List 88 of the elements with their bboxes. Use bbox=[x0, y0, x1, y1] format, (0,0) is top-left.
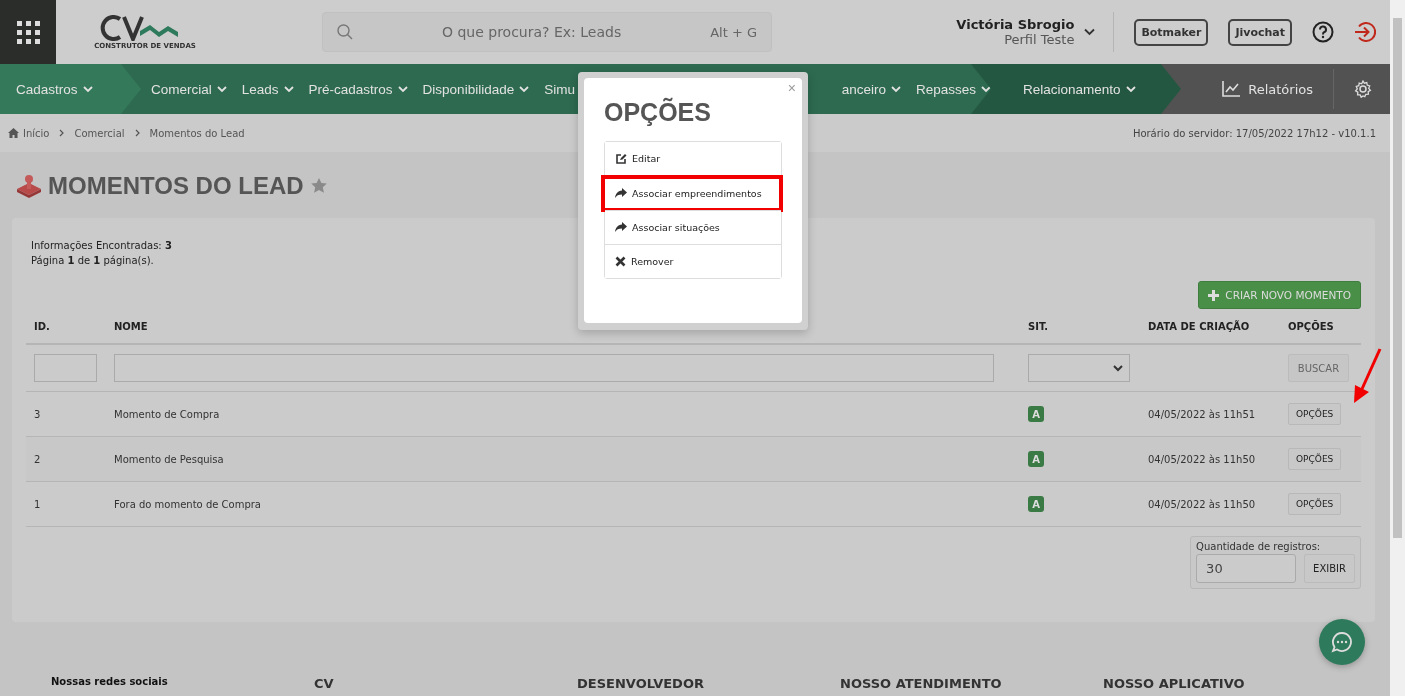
show-button[interactable]: EXIBIR bbox=[1304, 554, 1355, 583]
menu-item[interactable]: Remover bbox=[605, 243, 781, 278]
footer-heading: DESENVOLVEDOR bbox=[577, 676, 705, 691]
chevron-down-icon bbox=[890, 85, 901, 93]
breadcrumb-link[interactable]: Momentos do Lead bbox=[149, 127, 245, 139]
breadcrumb-link[interactable]: Início bbox=[8, 127, 50, 139]
chevron-down-icon bbox=[283, 85, 294, 93]
nav-menu-item[interactable]: Relacionamento bbox=[1023, 81, 1136, 97]
footer-heading: NOSSO ATENDIMENTO bbox=[840, 676, 1003, 691]
search-input[interactable]: O que procura? Ex: Leads bbox=[353, 23, 711, 41]
chevron-down-icon bbox=[1113, 364, 1123, 372]
line-chart-icon bbox=[1222, 81, 1241, 97]
breadcrumb-link[interactable]: Comercial bbox=[74, 127, 125, 139]
joystick-icon bbox=[16, 174, 42, 198]
column-header: ID. bbox=[34, 320, 51, 332]
chat-integration-button[interactable]: Jivochat bbox=[1228, 18, 1292, 46]
nav-menu-item[interactable]: Comercial bbox=[151, 81, 227, 97]
nav-menu-item[interactable]: Leads bbox=[241, 81, 294, 97]
user-name: Victória Sbrogio bbox=[956, 17, 1075, 32]
shortcut-hint: Alt + G bbox=[710, 24, 757, 40]
summary-text: Página 1 de 1 página(s). bbox=[31, 254, 154, 268]
footer-heading: NOSSO APLICATIVO bbox=[1103, 676, 1246, 691]
footer-heading: CV bbox=[314, 676, 335, 691]
share-arrow-icon bbox=[615, 188, 627, 198]
id-cell-text: 3 bbox=[34, 408, 42, 420]
chevron-right-icon bbox=[59, 129, 65, 137]
nav-menu-item[interactable]: Simu bbox=[544, 81, 575, 97]
date-cell-text: 04/05/2022 às 11h50 bbox=[1148, 453, 1257, 465]
user-profile: Perfil Teste bbox=[1004, 32, 1075, 47]
chevron-down-icon bbox=[82, 85, 93, 93]
chevron-right-icon bbox=[134, 129, 140, 137]
search-field[interactable]: O que procura? Ex: Leads Alt + G bbox=[322, 12, 772, 52]
chevron-down-icon bbox=[1125, 85, 1136, 93]
server-time: Horário do servidor: 17/05/2022 17h12 - v10.1.1 bbox=[1132, 127, 1376, 139]
name-cell-text: Momento de Compra bbox=[114, 408, 221, 420]
chat-integration-button[interactable]: Botmaker bbox=[1134, 18, 1209, 46]
date-cell-text: 04/05/2022 às 11h50 bbox=[1148, 498, 1257, 510]
id-cell-text: 2 bbox=[34, 453, 42, 465]
summary-text: Informações Encontradas: 3 bbox=[31, 239, 172, 253]
nav-menu-item[interactable]: Repasses bbox=[915, 81, 991, 97]
chat-bubble-icon bbox=[1331, 631, 1353, 653]
help-icon[interactable] bbox=[1312, 21, 1334, 43]
column-header: NOME bbox=[114, 320, 149, 332]
search-icon bbox=[337, 24, 353, 40]
edit-icon bbox=[615, 152, 627, 165]
logout-icon[interactable] bbox=[1354, 21, 1376, 43]
page-title: MOMENTOS DO LEAD bbox=[48, 172, 304, 200]
status-badge: A bbox=[1028, 451, 1044, 467]
plus-icon bbox=[1208, 289, 1220, 301]
page-size-label: Quantidade de registros: bbox=[1196, 541, 1322, 552]
options-button[interactable]: OPÇÕES bbox=[1288, 493, 1342, 515]
status-badge: A bbox=[1028, 406, 1044, 422]
scrollbar[interactable] bbox=[1390, 0, 1405, 696]
star-icon[interactable] bbox=[309, 177, 328, 195]
chat-button[interactable] bbox=[1319, 619, 1365, 665]
home-icon bbox=[8, 128, 19, 138]
column-header: OPÇÕES bbox=[1288, 320, 1335, 332]
name-cell-text: Momento de Pesquisa bbox=[114, 453, 225, 465]
id-cell-text: 1 bbox=[34, 498, 42, 510]
nav-menu-item[interactable]: Cadastros bbox=[16, 81, 93, 97]
chevron-down-icon bbox=[981, 85, 991, 93]
apps-menu-button[interactable] bbox=[0, 0, 56, 64]
column-header: SIT. bbox=[1028, 320, 1050, 332]
name-filter-field[interactable] bbox=[114, 354, 994, 382]
nav-menu-item[interactable]: anceiro bbox=[841, 81, 901, 97]
page-size-field[interactable]: 30 bbox=[1196, 554, 1297, 583]
close-button[interactable]: × bbox=[787, 80, 796, 96]
chevron-down-icon[interactable] bbox=[1084, 28, 1096, 36]
options-button[interactable]: OPÇÕES bbox=[1288, 448, 1342, 470]
nav-menu-item[interactable]: Pré-cadastros bbox=[308, 81, 408, 97]
name-cell-text: Fora do momento de Compra bbox=[114, 498, 262, 510]
chevron-down-icon bbox=[519, 85, 530, 93]
footer-heading: Nossas redes sociais bbox=[51, 676, 169, 689]
chevron-down-icon bbox=[397, 85, 408, 93]
column-header: DATA DE CRIAÇÃO bbox=[1148, 320, 1251, 332]
share-arrow-icon bbox=[615, 222, 627, 232]
remove-icon bbox=[615, 255, 626, 267]
chevron-down-icon bbox=[216, 85, 227, 93]
search-button[interactable]: BUSCAR bbox=[1288, 354, 1349, 382]
settings-icon[interactable] bbox=[1354, 80, 1372, 98]
grid-icon bbox=[16, 20, 40, 44]
id-filter-field[interactable] bbox=[34, 354, 97, 382]
options-button[interactable]: OPÇÕES bbox=[1288, 403, 1342, 425]
date-cell-text: 04/05/2022 às 11h51 bbox=[1148, 408, 1257, 420]
create-button[interactable]: CRIAR NOVO MOMENTO bbox=[1198, 281, 1361, 309]
dialog-title: OPÇÕES bbox=[604, 96, 712, 128]
nav-menu-item[interactable]: Disponibilidade bbox=[422, 81, 530, 97]
status-badge: A bbox=[1028, 496, 1044, 512]
